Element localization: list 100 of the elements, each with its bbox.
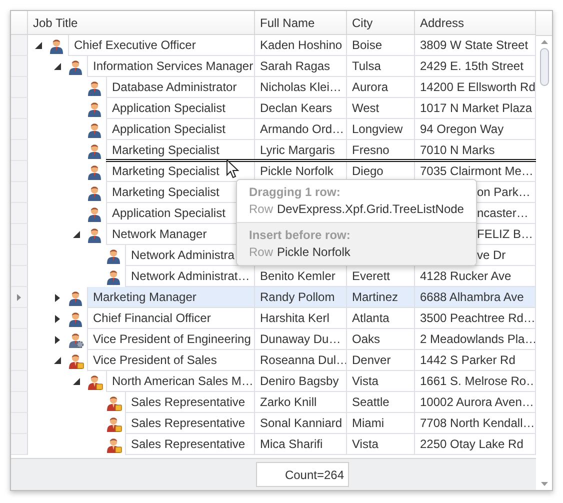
column-header[interactable]: Full Name <box>255 11 347 34</box>
full-name-cell: Zarko Knill <box>255 392 347 413</box>
row-indicator[interactable] <box>11 287 28 308</box>
address-cell: 1661 S. Melrose Ro… <box>415 371 536 392</box>
address-cell: 7708 North Kendall… <box>415 413 536 434</box>
city-cell: Longview <box>347 119 415 140</box>
city-cell: Everett <box>347 266 415 287</box>
job-title-cell: Chief Executive Officer <box>68 35 255 56</box>
city-cell: West <box>347 98 415 119</box>
person-icon <box>104 268 122 285</box>
address-cell: 2250 Otay Lake Rd <box>415 434 536 455</box>
person-icon <box>86 79 102 96</box>
person-icon <box>86 142 102 159</box>
person-icon <box>66 58 84 75</box>
job-title-cell: Application Specialist <box>106 98 255 119</box>
city-cell: Seattle <box>347 392 415 413</box>
person-bag-icon <box>104 415 122 432</box>
expand-icon[interactable] <box>54 314 60 322</box>
full-name-cell: Roseanna Dul… <box>255 350 347 371</box>
address-cell: 1442 S Parker Rd <box>415 350 536 371</box>
expand-icon[interactable] <box>54 294 60 302</box>
person-icon <box>66 310 84 327</box>
city-cell: Vista <box>347 371 415 392</box>
person-icon <box>86 163 102 180</box>
full-name-cell: Sonal Kanniard <box>255 413 347 434</box>
job-title-cell: Database Administrator <box>106 77 255 98</box>
person-icon <box>48 37 64 54</box>
job-title-cell: Chief Financial Officer <box>87 308 255 329</box>
city-cell: Boise <box>347 35 415 56</box>
person-gear-icon <box>66 331 84 348</box>
collapse-icon[interactable] <box>54 63 60 70</box>
full-name-cell: Deniro Bagsby <box>255 371 347 392</box>
address-cell: 94 Oregon Way <box>415 119 536 140</box>
person-icon <box>86 100 102 117</box>
tooltip-heading: Dragging 1 row: <box>249 185 340 199</box>
current-row-icon <box>17 294 21 300</box>
column-header[interactable]: City <box>347 11 415 34</box>
collapse-icon[interactable] <box>72 231 80 238</box>
scrollbar-thumb[interactable] <box>540 48 548 86</box>
full-name-cell: Randy Pollom <box>255 287 347 308</box>
person-icon <box>104 247 122 264</box>
person-icon <box>86 226 102 243</box>
person-bag-icon <box>104 436 122 453</box>
job-title-cell: Application Specialist <box>106 119 255 140</box>
collapse-icon[interactable] <box>72 378 80 385</box>
full-name-cell: Declan Kears <box>255 98 347 119</box>
collapse-icon[interactable] <box>54 357 60 364</box>
tooltip-label: Row <box>249 202 274 216</box>
scroll-up-icon[interactable] <box>540 40 548 44</box>
address-cell: 2 Meadowlands Pla… <box>415 329 536 350</box>
person-bag-icon <box>104 394 122 411</box>
city-cell: Oaks <box>347 329 415 350</box>
job-title-cell: Sales Representative <box>125 392 255 413</box>
person-bag-icon <box>66 352 84 369</box>
column-header[interactable]: Job Title <box>28 11 255 34</box>
address-cell: 4128 Rucker Ave <box>415 266 536 287</box>
job-title-cell: Sales Representative <box>125 434 255 455</box>
full-name-cell: Armando Ord… <box>255 119 347 140</box>
full-name-cell: Harshita Kerl <box>255 308 347 329</box>
job-title-cell: Vice President of Engineering <box>87 329 255 350</box>
city-cell: Vista <box>347 434 415 455</box>
full-name-cell: Benito Kemler <box>255 266 347 287</box>
job-title-cell: North American Sales M… <box>106 371 255 392</box>
collapse-icon[interactable] <box>34 42 42 49</box>
job-title-cell: Marketing Manager <box>87 287 255 308</box>
scrollbar[interactable] <box>536 36 552 490</box>
person-bag-icon <box>86 373 102 390</box>
full-name-cell: Nicholas Klei… <box>255 77 347 98</box>
person-icon <box>66 289 84 306</box>
person-icon <box>86 184 102 201</box>
job-title-cell: Sales Representative <box>125 413 255 434</box>
count-summary: Count=264 <box>256 462 349 487</box>
city-cell: Martinez <box>347 287 415 308</box>
address-cell: 6688 Alhambra Ave <box>415 287 536 308</box>
city-cell: Denver <box>347 350 415 371</box>
address-cell: 3809 W State Street <box>415 35 536 56</box>
scroll-down-icon[interactable] <box>540 482 548 486</box>
address-cell: 3500 Peachtree Rd… <box>415 308 536 329</box>
full-name-cell: Dunaway Du… <box>255 329 347 350</box>
mouse-pointer-icon <box>226 159 239 179</box>
job-title-cell: Network Administrat… <box>125 266 255 287</box>
job-title-cell: Vice President of Sales <box>87 350 255 371</box>
person-icon <box>86 205 102 222</box>
city-cell: Aurora <box>347 77 415 98</box>
job-title-cell: Marketing Specialist <box>106 140 255 161</box>
full-name-cell: Sarah Ragas <box>255 56 347 77</box>
full-name-cell: Mica Sharifi <box>255 434 347 455</box>
address-cell: 10002 Aurora Aven… <box>415 392 536 413</box>
city-cell: Atlanta <box>347 308 415 329</box>
job-title-cell: Information Services Manager <box>87 56 255 77</box>
full-name-cell: Kaden Hoshino <box>255 35 347 56</box>
address-cell: 1017 N Market Plaza <box>415 98 536 119</box>
expand-icon[interactable] <box>54 336 60 344</box>
city-cell: Tulsa <box>347 56 415 77</box>
job-title-cell: Marketing Specialist <box>106 161 255 182</box>
address-cell: 14200 E Ellsworth Rd <box>415 77 536 98</box>
address-cell: 2429 E. 15th Street <box>415 56 536 77</box>
person-icon <box>86 121 102 138</box>
tooltip-value: Pickle Norfolk <box>277 245 350 259</box>
city-cell: Miami <box>347 413 415 434</box>
